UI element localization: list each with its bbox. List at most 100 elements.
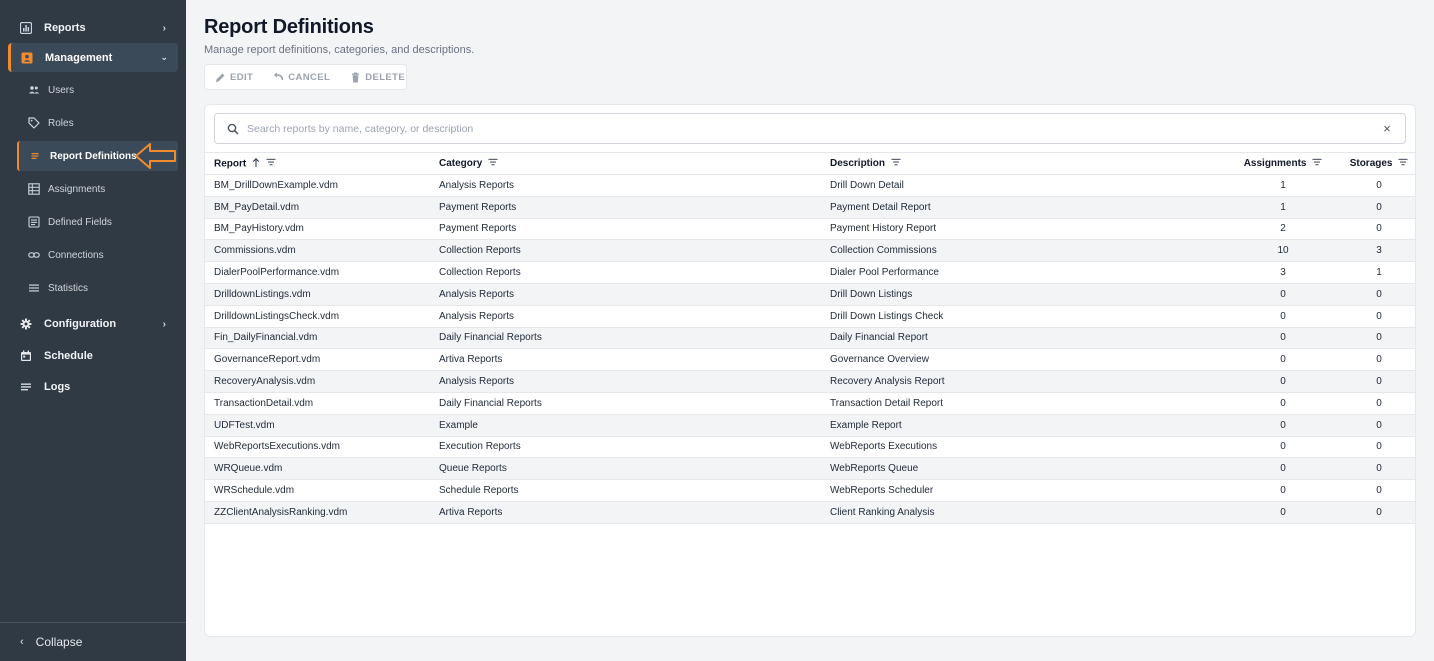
table-row[interactable]: WRQueue.vdm Queue Reports WebReports Queue… xyxy=(205,457,1415,480)
cell-assignments: 0 xyxy=(1280,376,1286,388)
cell-category: Daily Financial Reports xyxy=(439,397,542,409)
table-row[interactable]: BM_PayHistory.vdm Payment Reports Payment … xyxy=(205,218,1415,240)
table-row[interactable]: UDFTest.vdm Example Example Report 0 0 xyxy=(205,414,1415,437)
cell-report: BM_DrillDownExample.vdm xyxy=(214,179,338,191)
cell-description: Payment History Report xyxy=(830,223,937,235)
cell-storages: 0 xyxy=(1376,506,1382,518)
table-row[interactable]: Fin_DailyFinancial.vdm Daily Financial Re… xyxy=(205,327,1415,349)
cell-category: Schedule Reports xyxy=(439,485,519,497)
cell-category: Analysis Reports xyxy=(439,376,515,388)
cell-category: Collection Reports xyxy=(439,245,521,257)
filter-icon[interactable] xyxy=(891,158,901,169)
sidebar-item-users[interactable]: Users xyxy=(28,75,178,105)
cell-assignments: 1 xyxy=(1280,179,1286,191)
toolbar: EDIT CANCEL DELETE xyxy=(204,64,407,90)
cancel-button[interactable]: CANCEL xyxy=(273,72,330,83)
nav-schedule[interactable]: Schedule xyxy=(0,341,186,371)
cell-assignments: 0 xyxy=(1280,310,1286,322)
table-row[interactable]: DrilldownListingsCheck.vdm Analysis Repor… xyxy=(205,305,1415,328)
gear-icon xyxy=(20,318,32,330)
cell-storages: 0 xyxy=(1376,441,1382,453)
table-row[interactable]: ZZClientAnalysisRanking.vdm Artiva Report… xyxy=(205,501,1415,524)
list-icon xyxy=(28,282,40,294)
cell-storages: 0 xyxy=(1376,310,1382,322)
chevron-left-icon: ‹ xyxy=(20,636,24,648)
column-header-assignments[interactable]: Assignments xyxy=(1223,152,1343,175)
sort-ascending-icon[interactable] xyxy=(252,157,260,170)
cell-assignments: 0 xyxy=(1280,419,1286,431)
arrow-left-icon xyxy=(134,142,178,170)
column-header-category[interactable]: Category xyxy=(430,152,821,175)
tag-icon xyxy=(28,117,40,129)
cell-storages: 0 xyxy=(1376,288,1382,300)
nav-management[interactable]: Management ⌄ xyxy=(8,43,178,72)
collapse-button[interactable]: ‹ Collapse xyxy=(0,622,186,661)
cell-report: Fin_DailyFinancial.vdm xyxy=(214,332,318,344)
table-row[interactable]: WRSchedule.vdm Schedule Reports WebReports… xyxy=(205,480,1415,502)
cell-report: WebReportsExecutions.vdm xyxy=(214,441,340,453)
sidebar-item-statistics[interactable]: Statistics xyxy=(28,273,178,303)
cell-assignments: 0 xyxy=(1280,441,1286,453)
cell-assignments: 1 xyxy=(1280,201,1286,213)
table-row[interactable]: BM_PayDetail.vdm Payment Reports Payment D… xyxy=(205,196,1415,219)
nav-reports-label: Reports xyxy=(44,22,86,34)
cell-report: ZZClientAnalysisRanking.vdm xyxy=(214,506,348,518)
table-row[interactable]: BM_DrillDownExample.vdm Analysis Reports D… xyxy=(205,175,1415,197)
cell-category: Collection Reports xyxy=(439,267,521,279)
cell-report: DrilldownListings.vdm xyxy=(214,288,311,300)
users-icon xyxy=(28,84,40,96)
table-row[interactable]: DialerPoolPerformance.vdm Collection Repo… xyxy=(205,262,1415,284)
cell-category: Payment Reports xyxy=(439,223,517,235)
clear-icon[interactable]: × xyxy=(1377,121,1397,136)
filter-icon[interactable] xyxy=(488,158,498,169)
cell-assignments: 0 xyxy=(1280,506,1286,518)
filter-icon[interactable] xyxy=(1398,158,1408,169)
cell-report: BM_PayDetail.vdm xyxy=(214,201,300,213)
column-header-report[interactable]: Report xyxy=(205,152,430,175)
nav-configuration[interactable]: Configuration › xyxy=(0,309,186,339)
edit-button[interactable]: EDIT xyxy=(215,72,253,83)
page-subtitle: Manage report definitions, categories, a… xyxy=(204,44,475,56)
table-row[interactable]: Commissions.vdm Collection Reports Collect… xyxy=(205,239,1415,262)
cancel-label: CANCEL xyxy=(288,71,331,83)
cell-category: Analysis Reports xyxy=(439,288,515,300)
cell-storages: 0 xyxy=(1376,354,1382,366)
chevron-right-icon: › xyxy=(162,318,166,330)
cell-category: Queue Reports xyxy=(439,463,507,475)
filter-icon[interactable] xyxy=(1312,158,1322,169)
filter-icon[interactable] xyxy=(266,158,276,169)
cell-category: Example xyxy=(439,419,478,431)
table-row[interactable]: WebReportsExecutions.vdm Execution Report… xyxy=(205,436,1415,458)
cell-storages: 0 xyxy=(1376,397,1382,409)
sidebar-item-assignments[interactable]: Assignments xyxy=(28,174,178,204)
nav-logs[interactable]: Logs xyxy=(0,372,186,402)
undo-icon xyxy=(273,72,284,83)
table-row[interactable]: DrilldownListings.vdm Analysis Reports Dri… xyxy=(205,283,1415,306)
cell-report: WRQueue.vdm xyxy=(214,463,283,475)
sidebar-item-connections[interactable]: Connections xyxy=(28,240,178,270)
sidebar-item-defined-fields[interactable]: Defined Fields xyxy=(28,207,178,237)
cell-storages: 0 xyxy=(1376,179,1382,191)
cell-description: Drill Down Detail xyxy=(830,179,904,191)
nav-reports[interactable]: Reports › xyxy=(0,10,186,46)
sidebar-item-roles[interactable]: Roles xyxy=(28,108,178,138)
column-header-storages[interactable]: Storages xyxy=(1343,152,1415,175)
cell-description: WebReports Queue xyxy=(830,463,919,475)
id-badge-icon xyxy=(21,52,33,64)
sidebar-item-label: Assignments xyxy=(48,183,106,195)
list-icon xyxy=(20,381,32,393)
cell-description: Drill Down Listings xyxy=(830,288,913,300)
table-row[interactable]: RecoveryAnalysis.vdm Analysis Reports Reco… xyxy=(205,370,1415,393)
delete-label: DELETE xyxy=(365,71,406,83)
search-box: × xyxy=(214,113,1406,144)
delete-button[interactable]: DELETE xyxy=(350,72,405,83)
table-row[interactable]: TransactionDetail.vdm Daily Financial Rep… xyxy=(205,392,1415,415)
search-input[interactable] xyxy=(247,122,1377,135)
cell-description: WebReports Scheduler xyxy=(830,485,934,497)
table-row[interactable]: GovernanceReport.vdm Artiva Reports Govern… xyxy=(205,349,1415,371)
cell-storages: 0 xyxy=(1376,376,1382,388)
column-header-description[interactable]: Description xyxy=(821,152,1223,175)
cell-storages: 0 xyxy=(1376,419,1382,431)
cell-category: Analysis Reports xyxy=(439,179,515,191)
cell-category: Artiva Reports xyxy=(439,506,503,518)
